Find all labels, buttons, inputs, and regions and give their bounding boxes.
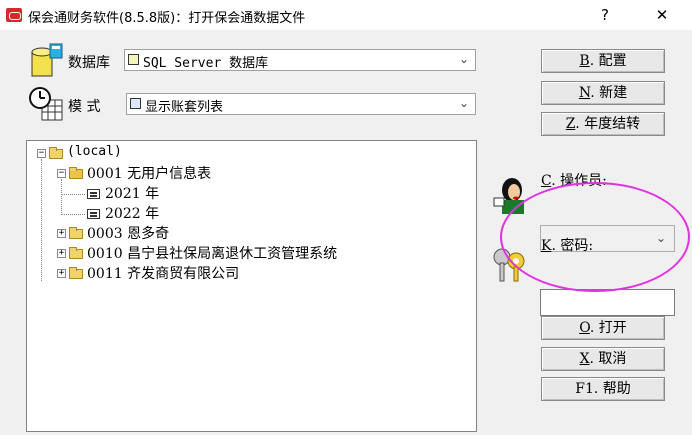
tree-node-2021[interactable]: 2021 年 — [105, 183, 159, 203]
new-button[interactable]: N. 新建 — [541, 81, 665, 105]
database-select-value: SQL Server 数据库 — [143, 56, 269, 71]
database-icon — [31, 43, 63, 77]
password-hotkey: K — [541, 238, 552, 254]
folder-icon — [69, 267, 83, 279]
app-icon — [6, 8, 22, 22]
ledger-icon — [87, 209, 100, 219]
password-label-text: . 密码: — [551, 238, 594, 254]
year-end-button[interactable]: Z. 年度结转 — [541, 112, 665, 136]
window-title: 保会通财务软件(8.5.8版)：打开保会通数据文件 — [28, 11, 306, 26]
title-bar: 保会通财务软件(8.5.8版)：打开保会通数据文件 ? ✕ — [0, 0, 692, 30]
new-hotkey: N — [578, 85, 591, 101]
tree-connector — [61, 179, 62, 215]
tree-node-0011[interactable]: 0011 齐发商贸有限公司 — [87, 263, 239, 283]
open-label: . 打开 — [589, 320, 627, 336]
tree-connector — [41, 159, 42, 281]
keys-icon — [493, 248, 525, 282]
sql-server-icon — [128, 54, 139, 65]
collapse-toggle[interactable]: − — [57, 169, 66, 178]
expand-toggle[interactable]: + — [57, 229, 66, 238]
cancel-hotkey: X — [579, 351, 590, 367]
help-button[interactable]: F1. 帮助 — [541, 377, 665, 401]
operator-icon — [493, 178, 524, 214]
collapse-toggle[interactable]: − — [37, 149, 46, 158]
tree-connector — [61, 194, 85, 195]
help-label: F1. 帮助 — [575, 381, 631, 397]
config-hotkey: B — [579, 53, 590, 69]
account-tree[interactable]: − (local) − 0001 无用户信息表 2021 年 2022 年 + … — [26, 140, 477, 432]
year-end-hotkey: Z — [565, 116, 576, 132]
folder-icon — [69, 227, 83, 239]
tree-node-0010[interactable]: 0010 昌宁县社保局离退休工资管理系统 — [87, 243, 337, 263]
tree-node-root[interactable]: (local) — [67, 144, 122, 159]
clock-icon — [29, 87, 63, 121]
operator-hotkey: C — [541, 173, 552, 189]
chevron-down-icon[interactable]: ⌄ — [656, 231, 666, 245]
cancel-label: . 取消 — [589, 351, 627, 367]
dialog-client: 数据库 SQL Server 数据库 ⌄ 模 式 显示账套列表 ⌄ − (loc… — [0, 30, 692, 435]
tree-node-0001[interactable]: 0001 无用户信息表 — [87, 163, 211, 183]
folder-icon — [69, 247, 83, 259]
chevron-down-icon[interactable]: ⌄ — [459, 96, 469, 110]
password-input[interactable] — [540, 289, 675, 316]
tree-node-2022[interactable]: 2022 年 — [105, 203, 159, 223]
help-title-button[interactable]: ? — [583, 4, 627, 26]
tree-connector — [61, 214, 85, 215]
list-icon — [130, 98, 141, 109]
config-button[interactable]: B. 配置 — [541, 49, 665, 73]
operator-label: C. 操作员: — [541, 170, 607, 190]
folder-icon — [49, 147, 63, 159]
open-folder-icon — [69, 167, 83, 179]
tree-node-0003[interactable]: 0003 恩多奇 — [87, 223, 169, 243]
password-label: K. 密码: — [541, 235, 593, 255]
expand-toggle[interactable]: + — [57, 269, 66, 278]
new-label: . 新建 — [590, 85, 628, 101]
mode-label: 模 式 — [68, 99, 101, 115]
config-label: . 配置 — [589, 53, 627, 69]
open-button[interactable]: O. 打开 — [541, 316, 665, 340]
operator-label-text: . 操作员: — [551, 173, 607, 189]
database-select[interactable]: SQL Server 数据库 ⌄ — [124, 49, 476, 71]
mode-select-value: 显示账套列表 — [145, 100, 224, 115]
open-hotkey: O — [579, 320, 590, 336]
database-label: 数据库 — [68, 55, 110, 71]
expand-toggle[interactable]: + — [57, 249, 66, 258]
ledger-icon — [87, 189, 100, 199]
close-button[interactable]: ✕ — [640, 4, 684, 26]
chevron-down-icon[interactable]: ⌄ — [459, 52, 469, 66]
mode-select[interactable]: 显示账套列表 ⌄ — [126, 93, 476, 115]
year-end-label: . 年度结转 — [575, 116, 641, 132]
cancel-button[interactable]: X. 取消 — [541, 347, 665, 371]
